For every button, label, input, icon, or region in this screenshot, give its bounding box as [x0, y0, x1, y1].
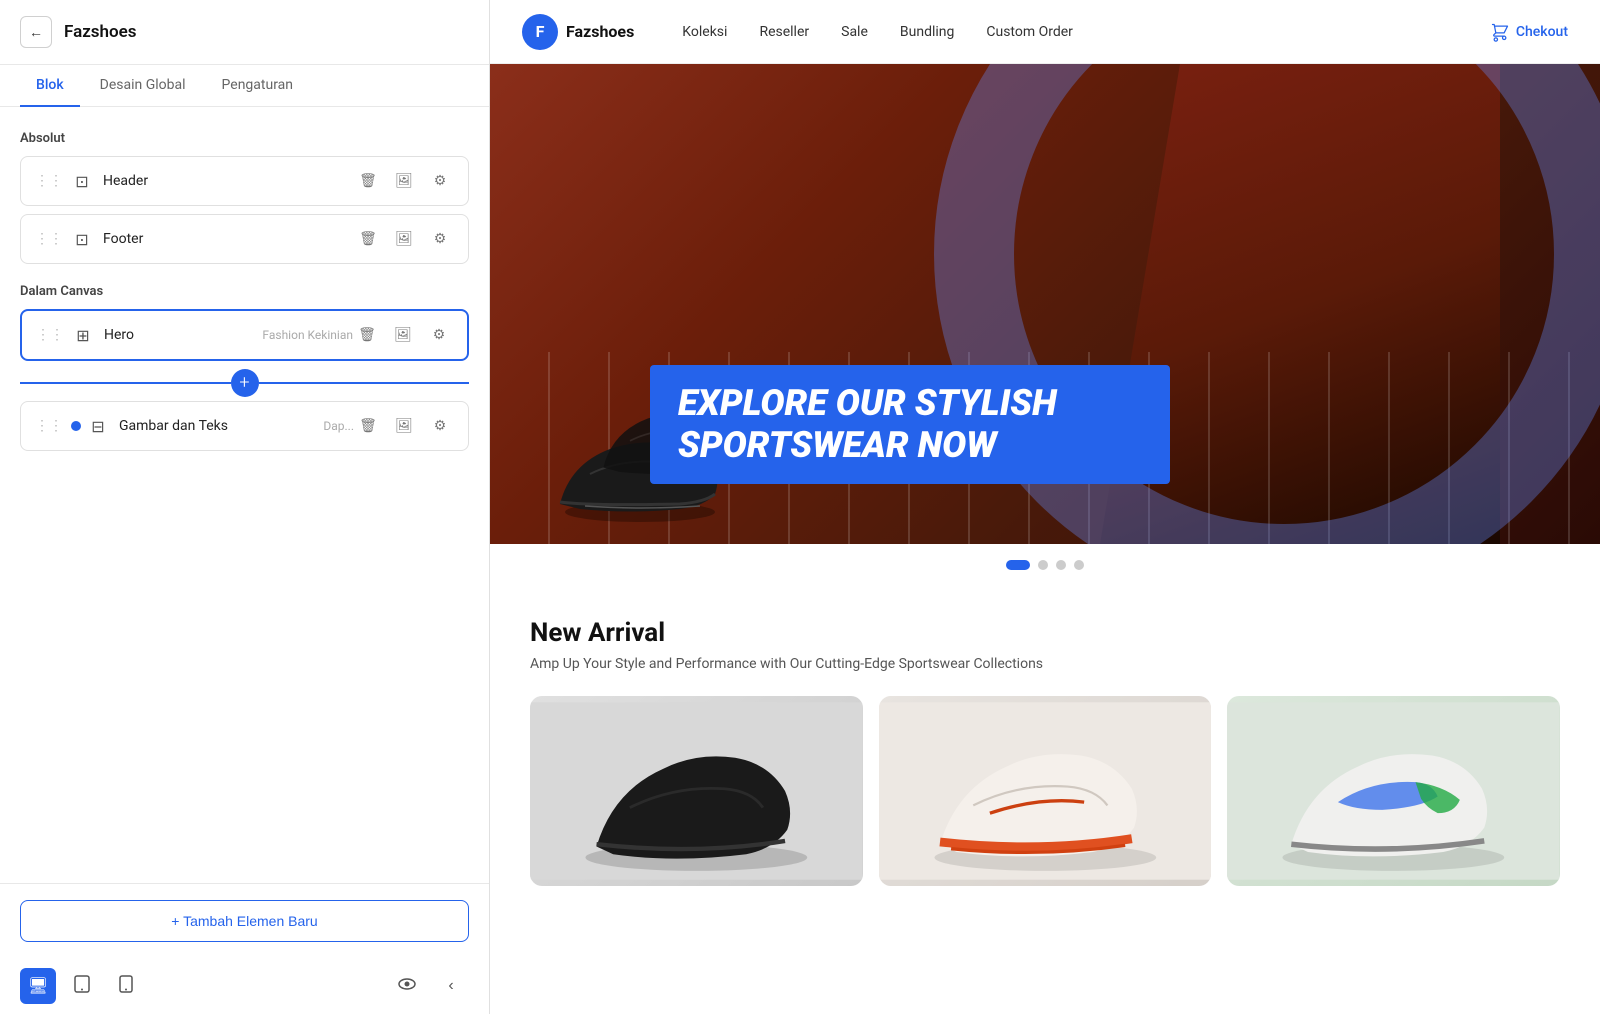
nav-custom-order[interactable]: Custom Order: [986, 24, 1073, 40]
delete-icon[interactable]: 🗑: [354, 412, 382, 440]
block-item-hero[interactable]: ⋮⋮ ⊞ Hero Fashion Kekinian 🗑 🖼 ⚙: [20, 309, 469, 361]
block-subtitle-gambar-teks: Dap...: [323, 419, 354, 433]
new-arrival-section: New Arrival Amp Up Your Style and Perfor…: [490, 586, 1600, 902]
image-icon[interactable]: 🖼: [390, 412, 418, 440]
dot-3[interactable]: [1056, 560, 1066, 570]
separator-line: [20, 382, 231, 384]
hero-heading: EXPLORE OUR STYLISH SPORTSWEAR NOW: [678, 383, 1142, 466]
product-image-1: [530, 696, 863, 886]
panel-footer: + Tambah Elemen Baru: [0, 883, 489, 958]
block-type-icon: ⊡: [71, 170, 93, 192]
nav-koleksi[interactable]: Koleksi: [682, 24, 727, 40]
tablet-device-button[interactable]: [64, 968, 100, 1004]
block-name-footer: Footer: [103, 231, 354, 247]
desktop-device-button[interactable]: 🖥: [20, 968, 56, 1004]
logo-name: Fazshoes: [566, 22, 634, 41]
hero-section: EXPLORE OUR STYLISH SPORTSWEAR NOW: [490, 64, 1600, 544]
settings-icon[interactable]: ⚙: [425, 321, 453, 349]
block-subtitle-hero: Fashion Kekinian: [262, 328, 353, 342]
hero-background: EXPLORE OUR STYLISH SPORTSWEAR NOW: [490, 64, 1600, 544]
settings-icon[interactable]: ⚙: [426, 412, 454, 440]
new-arrival-title: New Arrival: [530, 618, 1560, 648]
site-logo: F Fazshoes: [522, 14, 634, 50]
delete-icon[interactable]: 🗑: [353, 321, 381, 349]
site-content: EXPLORE OUR STYLISH SPORTSWEAR NOW New A…: [490, 64, 1600, 1014]
settings-icon[interactable]: ⚙: [426, 167, 454, 195]
add-element-button[interactable]: + Tambah Elemen Baru: [20, 900, 469, 942]
nav-bundling[interactable]: Bundling: [900, 24, 954, 40]
eye-icon: [398, 975, 416, 998]
block-type-icon: ⊟: [87, 415, 109, 437]
tab-blok[interactable]: Blok: [20, 65, 80, 107]
drag-handle-icon: ⋮⋮: [35, 418, 63, 434]
image-icon[interactable]: 🖼: [390, 167, 418, 195]
new-arrival-description: Amp Up Your Style and Performance with O…: [530, 656, 1560, 672]
product-image-3: [1227, 696, 1560, 886]
panel-tabs: Blok Desain Global Pengaturan: [0, 65, 489, 107]
left-panel: ← Fazshoes Blok Desain Global Pengaturan…: [0, 0, 490, 1014]
nav-links: Koleksi Reseller Sale Bundling Custom Or…: [682, 24, 1490, 40]
image-icon[interactable]: 🖼: [389, 321, 417, 349]
block-item-gambar-teks[interactable]: ⋮⋮ ⊟ Gambar dan Teks Dap... 🗑 🖼 ⚙: [20, 401, 469, 451]
block-item-footer[interactable]: ⋮⋮ ⊡ Footer 🗑 🖼 ⚙: [20, 214, 469, 264]
product-card-1[interactable]: [530, 696, 863, 886]
add-separator: +: [20, 369, 469, 397]
product-grid: [530, 696, 1560, 886]
cart-icon: [1490, 22, 1510, 42]
site-navbar: F Fazshoes Koleksi Reseller Sale Bundlin…: [490, 0, 1600, 64]
dot-2[interactable]: [1038, 560, 1048, 570]
drag-handle-icon: ⋮⋮: [36, 327, 64, 343]
product-image-2: [879, 696, 1212, 886]
drag-handle-icon: ⋮⋮: [35, 231, 63, 247]
back-arrow-icon: ←: [29, 24, 43, 40]
checkout-label: Chekout: [1516, 24, 1568, 40]
add-between-button[interactable]: +: [231, 369, 259, 397]
bottom-toolbar: 🖥: [0, 958, 489, 1014]
collapse-button[interactable]: ‹: [433, 968, 469, 1004]
product-card-2[interactable]: [879, 696, 1212, 886]
dalam-canvas-section: Dalam Canvas ⋮⋮ ⊞ Hero Fashion Kekinian …: [20, 284, 469, 451]
back-button[interactable]: ←: [20, 16, 52, 48]
checkout-button[interactable]: Chekout: [1490, 22, 1568, 42]
chevron-left-icon: ‹: [448, 977, 453, 995]
tablet-icon: [73, 975, 91, 998]
panel-content: Absolut ⋮⋮ ⊡ Header 🗑 🖼 ⚙ ⋮⋮ ⊡ Footer 🗑 …: [0, 107, 489, 883]
panel-header: ← Fazshoes: [0, 0, 489, 65]
dot-4[interactable]: [1074, 560, 1084, 570]
delete-icon[interactable]: 🗑: [354, 167, 382, 195]
hero-carousel-dots: [490, 544, 1600, 586]
block-name-hero: Hero: [104, 327, 256, 343]
dalam-canvas-label: Dalam Canvas: [20, 284, 469, 299]
status-dot: [71, 421, 81, 431]
nav-reseller[interactable]: Reseller: [759, 24, 809, 40]
dot-1[interactable]: [1006, 560, 1030, 570]
mobile-device-button[interactable]: [108, 968, 144, 1004]
preview-button[interactable]: [389, 968, 425, 1004]
block-actions: 🗑 🖼 ⚙: [353, 321, 453, 349]
drag-handle-icon: ⋮⋮: [35, 173, 63, 189]
block-type-icon: ⊡: [71, 228, 93, 250]
settings-icon[interactable]: ⚙: [426, 225, 454, 253]
logo-icon: F: [522, 14, 558, 50]
hero-text-box: EXPLORE OUR STYLISH SPORTSWEAR NOW: [650, 365, 1170, 484]
page-title: Fazshoes: [64, 22, 137, 42]
absolut-label: Absolut: [20, 131, 469, 146]
block-type-icon: ⊞: [72, 324, 94, 346]
block-actions: 🗑 🖼 ⚙: [354, 167, 454, 195]
block-item-header[interactable]: ⋮⋮ ⊡ Header 🗑 🖼 ⚙: [20, 156, 469, 206]
nav-sale[interactable]: Sale: [841, 24, 868, 40]
block-actions: 🗑 🖼 ⚙: [354, 225, 454, 253]
desktop-icon: 🖥: [28, 976, 48, 996]
tab-pengaturan[interactable]: Pengaturan: [206, 65, 310, 107]
product-card-3[interactable]: [1227, 696, 1560, 886]
tab-desain-global[interactable]: Desain Global: [84, 65, 202, 107]
block-name-header: Header: [103, 173, 354, 189]
block-name-gambar-teks: Gambar dan Teks: [119, 418, 317, 434]
right-panel: F Fazshoes Koleksi Reseller Sale Bundlin…: [490, 0, 1600, 1014]
block-actions: 🗑 🖼 ⚙: [354, 412, 454, 440]
separator-line: [259, 382, 470, 384]
mobile-icon: [119, 975, 133, 998]
image-icon[interactable]: 🖼: [390, 225, 418, 253]
delete-icon[interactable]: 🗑: [354, 225, 382, 253]
